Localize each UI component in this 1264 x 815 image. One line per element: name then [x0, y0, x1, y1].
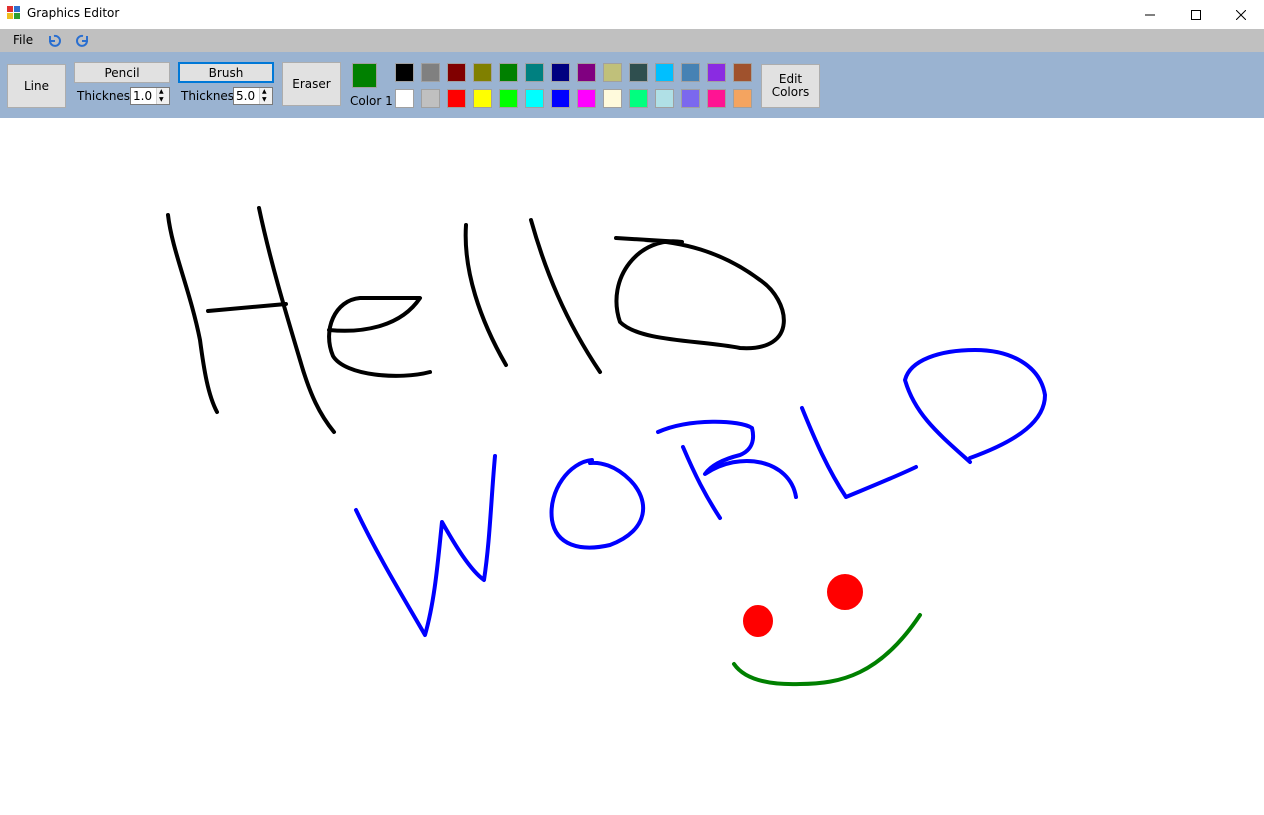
close-button[interactable] [1218, 0, 1264, 29]
palette-swatch[interactable] [603, 63, 622, 82]
palette-swatch[interactable] [473, 89, 492, 108]
pencil-thickness-stepper[interactable]: ▲ ▼ [156, 88, 169, 104]
eraser-button[interactable]: Eraser [282, 62, 341, 106]
palette-swatch[interactable] [447, 89, 466, 108]
title-bar: Graphics Editor [0, 0, 1264, 29]
pencil-button[interactable]: Pencil [74, 62, 170, 83]
brush-button[interactable]: Brush [178, 62, 274, 83]
brush-thickness-input[interactable]: 5.0 ▲ ▼ [233, 87, 273, 105]
drawing-canvas[interactable] [0, 118, 1264, 815]
menu-bar: File [0, 29, 1264, 52]
undo-icon[interactable] [46, 33, 62, 49]
pencil-thickness-value: 1.0 [133, 89, 153, 103]
color1-label: Color 1 [350, 94, 393, 108]
palette-swatch[interactable] [473, 63, 492, 82]
menu-file[interactable]: File [13, 33, 33, 47]
left-eye [743, 605, 773, 637]
palette-swatch[interactable] [603, 89, 622, 108]
color1-swatch[interactable] [352, 63, 377, 88]
palette-swatch[interactable] [447, 63, 466, 82]
window-title: Graphics Editor [27, 6, 120, 20]
minimize-icon [1145, 14, 1155, 15]
hello-strokes [166, 206, 786, 434]
maximize-icon [1191, 9, 1201, 20]
palette-swatch[interactable] [681, 89, 700, 108]
close-icon [1236, 9, 1246, 20]
palette-swatch[interactable] [655, 63, 674, 82]
palette-swatch[interactable] [629, 89, 648, 108]
edit-colors-button[interactable]: Edit Colors [761, 64, 820, 108]
palette-swatch[interactable] [499, 63, 518, 82]
palette-swatch[interactable] [525, 89, 544, 108]
palette-swatch[interactable] [421, 63, 440, 82]
line-button[interactable]: Line [7, 64, 66, 108]
palette-swatch[interactable] [499, 89, 518, 108]
brush-thickness-value: 5.0 [236, 89, 256, 103]
maximize-button[interactable] [1173, 0, 1219, 29]
app-icon [7, 6, 20, 19]
palette-swatch[interactable] [577, 89, 596, 108]
palette-swatch[interactable] [577, 63, 596, 82]
palette-swatch[interactable] [421, 89, 440, 108]
palette-swatch[interactable] [525, 63, 544, 82]
smiley-strokes [732, 574, 922, 687]
brush-thickness-label: Thickness [181, 89, 241, 103]
palette-swatch[interactable] [733, 63, 752, 82]
minimize-button[interactable] [1127, 0, 1173, 29]
palette-swatch[interactable] [655, 89, 674, 108]
palette-swatch[interactable] [395, 63, 414, 82]
palette-swatch[interactable] [551, 89, 570, 108]
pencil-thickness-input[interactable]: 1.0 ▲ ▼ [130, 87, 170, 105]
palette-swatch[interactable] [707, 89, 726, 108]
palette-swatch[interactable] [681, 63, 700, 82]
world-strokes [354, 348, 1047, 637]
palette-swatch[interactable] [395, 89, 414, 108]
palette-swatch[interactable] [551, 63, 570, 82]
palette-swatch[interactable] [733, 89, 752, 108]
palette-swatch[interactable] [629, 63, 648, 82]
pencil-thickness-label: Thickness [77, 89, 137, 103]
redo-icon[interactable] [75, 33, 91, 49]
toolbar: Line Pencil Thickness 1.0 ▲ ▼ Brush Thick… [0, 52, 1264, 118]
palette-swatch[interactable] [707, 63, 726, 82]
brush-thickness-stepper[interactable]: ▲ ▼ [259, 88, 272, 104]
right-eye [827, 574, 863, 610]
